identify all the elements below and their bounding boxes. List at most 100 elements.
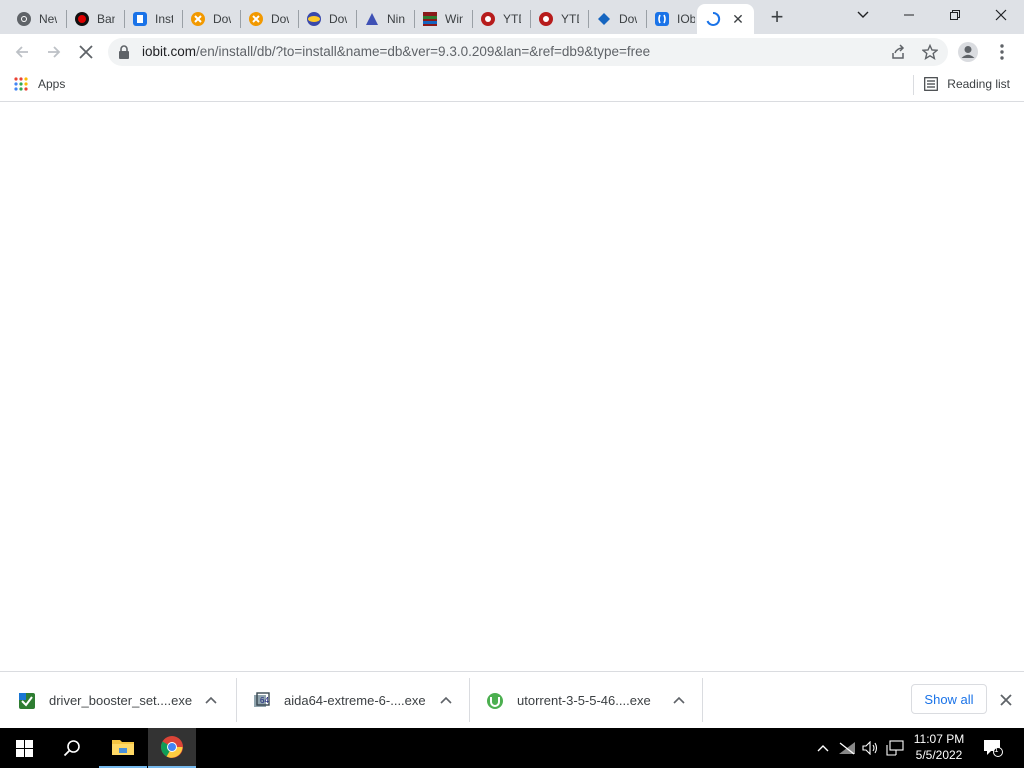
- download-item[interactable]: driver_booster_set....exe: [0, 672, 233, 729]
- download-divider: [702, 678, 703, 722]
- loading-spinner-icon: [705, 11, 721, 27]
- show-hidden-icons-button[interactable]: [813, 728, 833, 768]
- chevron-down-icon: [857, 11, 869, 18]
- toolbar: iobit.com/en/install/db/?to=install&name…: [0, 34, 1024, 70]
- tab-title: Install: [155, 12, 173, 26]
- reading-list-label: Reading list: [947, 77, 1010, 91]
- forward-button[interactable]: [42, 40, 66, 64]
- download-site-icon: [248, 11, 264, 27]
- restore-button[interactable]: [932, 0, 978, 30]
- network-disconnected-icon: [839, 742, 855, 755]
- minimize-button[interactable]: [886, 0, 932, 30]
- chrome-taskbar-button[interactable]: [148, 728, 196, 768]
- download-filename: aida64-extreme-6-....exe: [284, 693, 426, 708]
- apps-grid-icon: [14, 77, 28, 91]
- back-arrow-icon: [15, 46, 28, 58]
- winrar-icon: [422, 11, 438, 27]
- iobit-icon: [654, 11, 670, 27]
- bookmark-star-button[interactable]: [918, 40, 942, 64]
- tab-ytd-1[interactable]: YTD: [472, 4, 529, 34]
- bandicam-icon: [74, 11, 90, 27]
- share-button[interactable]: [886, 40, 910, 64]
- tab-download-2[interactable]: Download: [240, 4, 297, 34]
- close-shelf-icon[interactable]: [997, 691, 1015, 709]
- tab-winrar[interactable]: WinRAR: [414, 4, 471, 34]
- clock-time: 11:07 PM: [913, 732, 965, 746]
- bookmarks-divider: [913, 75, 914, 95]
- download-item[interactable]: utorrent-3-5-5-46....exe: [468, 672, 701, 729]
- bookmarks-bar: Apps Reading list: [0, 70, 1024, 102]
- show-all-button[interactable]: Show all: [911, 684, 987, 714]
- network-tray-button[interactable]: [836, 728, 858, 768]
- tab-title: Download: [329, 12, 347, 26]
- url-text: iobit.com/en/install/db/?to=install&name…: [142, 44, 650, 59]
- speaker-icon: [862, 741, 878, 755]
- search-button[interactable]: [48, 728, 96, 768]
- tab-strip: New Tab Bandicam Install Download: [0, 0, 1024, 34]
- chevron-up-icon: [817, 745, 829, 752]
- profile-button[interactable]: [956, 40, 980, 64]
- reading-list-icon: [924, 77, 939, 91]
- taskbar: 11:07 PM 5/5/2022 1: [0, 728, 1024, 768]
- share-icon: [892, 44, 905, 59]
- stop-loading-button[interactable]: [74, 40, 98, 64]
- tab-title: YTD: [503, 12, 521, 26]
- chrome-icon: [161, 736, 183, 758]
- taskbar-clock[interactable]: 11:07 PM 5/5/2022: [906, 731, 972, 765]
- close-tab-icon[interactable]: ✕: [730, 11, 746, 27]
- action-center-button[interactable]: 1: [980, 728, 1006, 768]
- more-vert-icon: [1000, 44, 1004, 60]
- start-button[interactable]: [0, 728, 48, 768]
- reading-list-button[interactable]: Reading list: [924, 77, 1010, 91]
- tab-download-4[interactable]: Download: [588, 4, 645, 34]
- chrome-icon: [16, 11, 32, 27]
- tab-install[interactable]: Install: [124, 4, 181, 34]
- chevron-up-icon[interactable]: [438, 692, 454, 708]
- tab-title: IObit: [677, 12, 695, 26]
- chevron-up-icon[interactable]: [671, 692, 687, 708]
- display-tray-button[interactable]: [884, 728, 906, 768]
- apps-shortcut[interactable]: Apps: [14, 77, 65, 91]
- tab-search-button[interactable]: [840, 0, 886, 30]
- search-icon: [63, 740, 80, 757]
- tab-iobit[interactable]: IObit: [646, 4, 696, 34]
- tab-title: Download: [213, 12, 231, 26]
- clock-date: 5/5/2022: [915, 748, 963, 762]
- tab-new-tab[interactable]: New Tab: [8, 4, 65, 34]
- new-tab-button[interactable]: +: [765, 6, 789, 30]
- stop-icon: [79, 45, 93, 59]
- ytd-icon: [480, 11, 496, 27]
- aida64-icon: 64: [254, 691, 270, 707]
- tab-title: WinRAR: [445, 12, 463, 26]
- ytd-icon: [538, 11, 554, 27]
- download-filename: driver_booster_set....exe: [49, 693, 193, 708]
- download-filename: utorrent-3-5-5-46....exe: [517, 693, 651, 708]
- tab-download-3[interactable]: Download: [298, 4, 355, 34]
- driver-booster-icon: [19, 692, 35, 709]
- tab-bandicam[interactable]: Bandicam: [66, 4, 123, 34]
- close-window-button[interactable]: [978, 0, 1024, 30]
- tab-ninite[interactable]: Ninite: [356, 4, 413, 34]
- tab-title: Download: [619, 12, 637, 26]
- address-bar[interactable]: iobit.com/en/install/db/?to=install&name…: [108, 38, 948, 66]
- minimize-icon: [904, 14, 914, 16]
- avatar-icon: [958, 42, 978, 62]
- chevron-up-icon[interactable]: [203, 692, 219, 708]
- lock-icon[interactable]: [118, 45, 130, 64]
- volume-tray-button[interactable]: [860, 728, 882, 768]
- tab-active-loading[interactable]: ✕: [697, 4, 754, 34]
- download-item[interactable]: 64 aida64-extreme-6-....exe: [235, 672, 468, 729]
- tab-ytd-2[interactable]: YTD: [530, 4, 587, 34]
- tab-download-1[interactable]: Download: [182, 4, 239, 34]
- ninite-icon: [364, 11, 380, 27]
- installer-icon: [132, 11, 148, 27]
- tab-title: Download: [271, 12, 289, 26]
- page-content: [0, 103, 1024, 671]
- apps-label: Apps: [38, 77, 66, 91]
- star-icon: [922, 44, 938, 60]
- menu-button[interactable]: [990, 40, 1014, 64]
- back-button[interactable]: [10, 40, 34, 64]
- svg-text:64: 64: [260, 696, 269, 705]
- utorrent-icon: [487, 692, 503, 709]
- file-explorer-button[interactable]: [99, 728, 147, 768]
